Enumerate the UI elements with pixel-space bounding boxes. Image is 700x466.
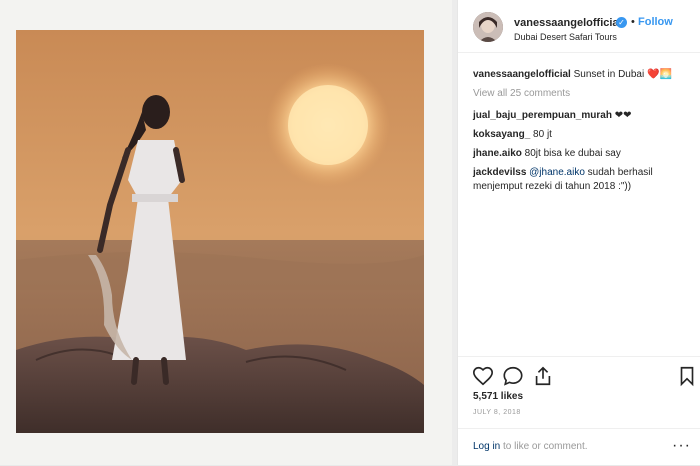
- share-icon[interactable]: [532, 365, 554, 387]
- avatar-image: [473, 12, 503, 42]
- instagram-post-window: vanessaangelofficial ✓ • Follow Dubai De…: [0, 0, 700, 465]
- photo-card: [0, 0, 452, 465]
- comment-item: jhane.aiko 80jt bisa ke dubai say: [473, 147, 693, 161]
- comment-username[interactable]: jual_baju_perempuan_murah: [473, 110, 612, 121]
- follow-button[interactable]: Follow: [638, 16, 673, 28]
- bookmark-icon[interactable]: [676, 365, 698, 387]
- heart-icon[interactable]: [472, 365, 494, 387]
- login-prompt-text: to like or comment.: [500, 441, 588, 452]
- caption-username[interactable]: vanessaangelofficial: [473, 69, 571, 80]
- post-date: JULY 8, 2018: [473, 409, 521, 416]
- post-photo[interactable]: [16, 30, 424, 433]
- post-username[interactable]: vanessaangelofficial: [514, 17, 622, 29]
- avatar[interactable]: [473, 12, 503, 42]
- comment-text: ❤❤: [611, 110, 632, 121]
- comment-username[interactable]: jhane.aiko: [473, 148, 522, 159]
- comment-item: jackdevilss @jhane.aiko sudah berhasil m…: [473, 166, 693, 194]
- login-footer: Log in to like or comment. ···: [458, 428, 700, 466]
- comment-item: koksayang_ 80 jt: [473, 128, 693, 142]
- separator-dot: •: [631, 16, 635, 28]
- post-header: vanessaangelofficial ✓ • Follow Dubai De…: [458, 0, 700, 53]
- more-options-icon[interactable]: ···: [672, 437, 691, 455]
- login-prompt: Log in to like or comment.: [473, 441, 588, 452]
- post-location[interactable]: Dubai Desert Safari Tours: [514, 32, 617, 42]
- likes-count[interactable]: 5,571 likes: [473, 391, 523, 402]
- comment-text: 80jt bisa ke dubai say: [521, 148, 621, 159]
- comment-text: 80 jt: [530, 129, 552, 140]
- login-link[interactable]: Log in: [473, 441, 500, 452]
- comment-username[interactable]: koksayang_: [473, 129, 530, 140]
- comment-icon[interactable]: [502, 365, 524, 387]
- comment-mention[interactable]: @jhane.aiko: [526, 167, 585, 178]
- caption-text: Sunset in Dubai: [570, 69, 647, 80]
- comment-username[interactable]: jackdevilss: [473, 167, 526, 178]
- post-details-panel: vanessaangelofficial ✓ • Follow Dubai De…: [457, 0, 700, 465]
- view-all-comments-link[interactable]: View all 25 comments: [473, 87, 693, 101]
- verified-badge-icon: ✓: [616, 17, 627, 28]
- sunset-desert-image: [16, 30, 424, 433]
- caption-emoji: ❤️🌅: [647, 69, 672, 80]
- comment-item: jual_baju_perempuan_murah ❤❤: [473, 109, 693, 123]
- caption: vanessaangelofficial Sunset in Dubai ❤️🌅: [473, 68, 693, 82]
- comments-section: vanessaangelofficial Sunset in Dubai ❤️🌅…: [473, 68, 693, 199]
